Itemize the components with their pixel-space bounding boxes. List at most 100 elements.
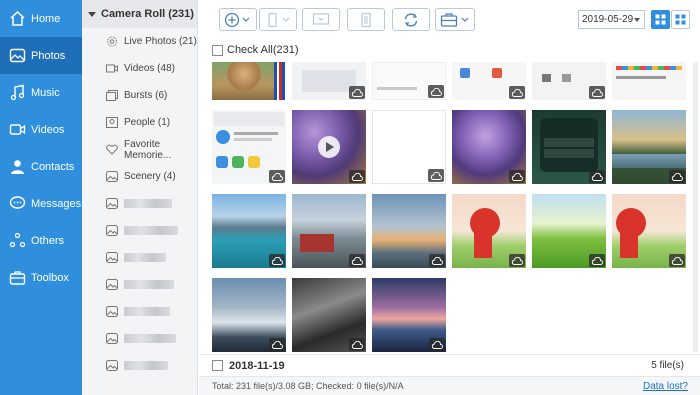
date-group-checkbox[interactable] xyxy=(212,360,223,371)
photo-thumbnail[interactable] xyxy=(292,194,366,268)
album-item-hidden[interactable] xyxy=(82,190,197,217)
trash-icon xyxy=(361,12,371,27)
icloud-icon xyxy=(428,85,444,98)
nav-label: Photos xyxy=(31,49,66,62)
video-icon xyxy=(106,63,118,74)
photo-thumbnail[interactable] xyxy=(372,194,446,268)
photo-thumbnail[interactable] xyxy=(212,62,286,100)
nav-item-others[interactable]: Others xyxy=(0,222,82,259)
album-item-hidden[interactable] xyxy=(82,271,197,298)
album-item-scenery[interactable]: Scenery (4) xyxy=(82,163,197,190)
check-all-checkbox[interactable] xyxy=(212,44,223,56)
heart-icon xyxy=(106,144,118,155)
monitor-icon xyxy=(312,12,330,25)
icloud-icon xyxy=(428,169,444,182)
photo-thumbnail[interactable] xyxy=(212,194,286,268)
status-text: Total: 231 file(s)/3.08 GB; Checked: 0 f… xyxy=(212,381,404,391)
album-label: Favorite Memorie... xyxy=(124,138,172,161)
camera-roll-header[interactable]: Camera Roll (231) xyxy=(82,0,197,28)
photo-grid xyxy=(199,62,700,354)
blurred-album-name xyxy=(124,226,178,235)
toolbox-icon xyxy=(9,269,26,286)
photo-thumbnail[interactable] xyxy=(452,194,526,268)
photo-thumbnail[interactable] xyxy=(612,194,686,268)
photo-thumbnail[interactable] xyxy=(612,110,686,184)
refresh-icon xyxy=(404,12,418,27)
large-grid-icon xyxy=(675,14,686,25)
album-item-hidden[interactable] xyxy=(82,244,197,271)
scrollbar[interactable] xyxy=(693,62,698,352)
check-all[interactable]: Check All(231) xyxy=(212,44,299,56)
photo-thumbnail[interactable] xyxy=(372,110,446,184)
briefcase-icon xyxy=(440,12,469,27)
album-icon xyxy=(106,360,118,371)
nav-item-home[interactable]: Home xyxy=(0,0,82,37)
export-to-device-button[interactable] xyxy=(302,8,340,31)
messages-icon xyxy=(9,195,26,212)
export-device-icon xyxy=(268,12,290,27)
album-item-favorite-memories[interactable]: Favorite Memorie... xyxy=(82,136,197,163)
icloud-icon xyxy=(509,254,525,267)
refresh-button[interactable] xyxy=(392,8,430,31)
album-item-people[interactable]: People (1) xyxy=(82,109,197,136)
icloud-icon xyxy=(349,254,365,267)
photo-thumbnail[interactable] xyxy=(292,278,366,352)
large-grid-view-button[interactable] xyxy=(671,10,690,29)
album-item-videos[interactable]: Videos (48) xyxy=(82,55,197,82)
icloud-icon xyxy=(589,254,605,267)
data-lost-link[interactable]: Data lost? xyxy=(643,381,688,392)
icloud-icon xyxy=(589,170,605,183)
album-item-live-photos[interactable]: Live Photos (21) xyxy=(82,28,197,55)
add-plus-icon xyxy=(224,12,250,27)
music-icon xyxy=(9,84,26,101)
photo-thumbnail[interactable] xyxy=(292,62,366,100)
photo-thumbnail[interactable] xyxy=(452,62,526,100)
icloud-icon xyxy=(429,254,445,267)
photo-thumbnail[interactable] xyxy=(212,110,286,184)
nav-label: Home xyxy=(31,12,61,25)
date-group-date: 2018-11-19 xyxy=(229,359,285,372)
icloud-icon xyxy=(509,170,525,183)
export-to-pc-button[interactable] xyxy=(259,8,297,31)
delete-button[interactable] xyxy=(347,8,385,31)
nav-label: Videos xyxy=(31,123,65,136)
nav-item-music[interactable]: Music xyxy=(0,74,82,111)
album-icon xyxy=(106,306,118,317)
album-item-hidden[interactable] xyxy=(82,325,197,352)
photo-main-area: 2019-05-29 Check All(231) 2018-11-19 5 f… xyxy=(199,0,700,395)
photo-thumbnail[interactable] xyxy=(612,62,686,100)
album-item-hidden[interactable] xyxy=(82,298,197,325)
date-select-value: 2019-05-29 xyxy=(582,14,634,25)
toolbox-menu-button[interactable] xyxy=(435,8,475,31)
photo-thumbnail[interactable] xyxy=(212,278,286,352)
nav-item-toolbox[interactable]: Toolbox xyxy=(0,259,82,296)
nav-item-messages[interactable]: Messages xyxy=(0,185,82,222)
photo-thumbnail[interactable] xyxy=(372,278,446,352)
photo-thumbnail[interactable] xyxy=(532,62,606,100)
bursts-icon xyxy=(106,90,118,101)
photo-thumbnail[interactable] xyxy=(292,110,366,184)
grid-view-button[interactable] xyxy=(651,10,670,29)
blurred-album-name xyxy=(124,307,170,316)
nav-item-videos[interactable]: Videos xyxy=(0,111,82,148)
album-panel: Camera Roll (231) Live Photos (21) Video… xyxy=(82,0,198,395)
album-item-hidden[interactable] xyxy=(82,217,197,244)
grid-view-icon xyxy=(655,14,666,25)
photo-thumbnail[interactable] xyxy=(532,194,606,268)
album-icon xyxy=(106,252,118,263)
photo-thumbnail[interactable] xyxy=(452,110,526,184)
icloud-icon xyxy=(349,338,365,351)
photo-thumbnail[interactable] xyxy=(372,62,446,100)
album-icon xyxy=(106,198,118,209)
nav-item-photos[interactable]: Photos xyxy=(0,37,82,74)
photo-thumbnail[interactable] xyxy=(532,110,606,184)
nav-item-contacts[interactable]: Contacts xyxy=(0,148,82,185)
blurred-album-name xyxy=(124,199,172,208)
icloud-icon xyxy=(349,86,365,99)
date-select[interactable]: 2019-05-29 xyxy=(578,10,645,29)
live-photos-icon xyxy=(106,36,118,47)
album-item-bursts[interactable]: Bursts (6) xyxy=(82,82,197,109)
people-icon xyxy=(106,117,118,128)
add-button[interactable] xyxy=(219,8,257,31)
album-item-hidden[interactable] xyxy=(82,352,197,379)
